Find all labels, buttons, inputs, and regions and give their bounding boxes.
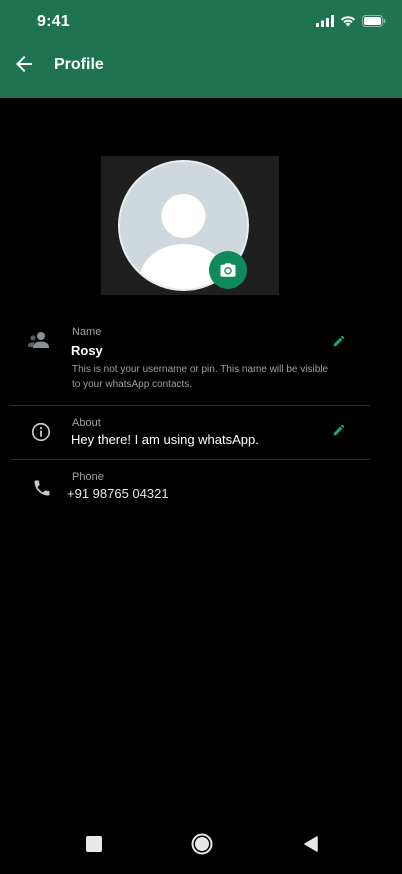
pencil-icon (333, 424, 345, 436)
name-hint: This is not your username or pin. This n… (72, 364, 329, 390)
about-label: About (72, 417, 101, 429)
phone-label: Phone (72, 471, 104, 483)
edit-name-button[interactable] (332, 334, 348, 350)
app-header: 9:41 Profile (0, 0, 402, 98)
square-icon (86, 836, 102, 852)
info-icon (30, 421, 54, 445)
name-label: Name (72, 326, 102, 338)
phone-icon (32, 478, 56, 502)
back-nav-button[interactable] (304, 836, 318, 857)
edit-about-button[interactable] (332, 423, 348, 439)
phone-value: +91 98765 04321 (67, 486, 169, 501)
divider (10, 405, 370, 406)
divider (10, 459, 370, 460)
status-time: 9:41 (37, 13, 70, 30)
about-value: Hey there! I am using whatsApp. (71, 432, 259, 447)
arrow-left-icon (16, 56, 32, 72)
back-triangle-icon (304, 836, 318, 852)
wifi-icon (340, 14, 356, 32)
pencil-icon (333, 335, 345, 347)
status-icons (316, 14, 386, 32)
recent-apps-button[interactable] (86, 836, 102, 857)
page-title: Profile (54, 56, 104, 73)
home-circle-icon (191, 833, 213, 855)
battery-icon (362, 14, 386, 32)
camera-icon (220, 263, 236, 277)
navigation-bar (0, 826, 402, 874)
change-photo-button[interactable] (209, 251, 247, 289)
name-value: Rosy (71, 343, 103, 358)
signal-icon (316, 14, 334, 32)
person-icon (28, 330, 52, 354)
back-button[interactable] (12, 52, 36, 76)
avatar-container (101, 156, 279, 295)
home-button[interactable] (191, 833, 213, 860)
